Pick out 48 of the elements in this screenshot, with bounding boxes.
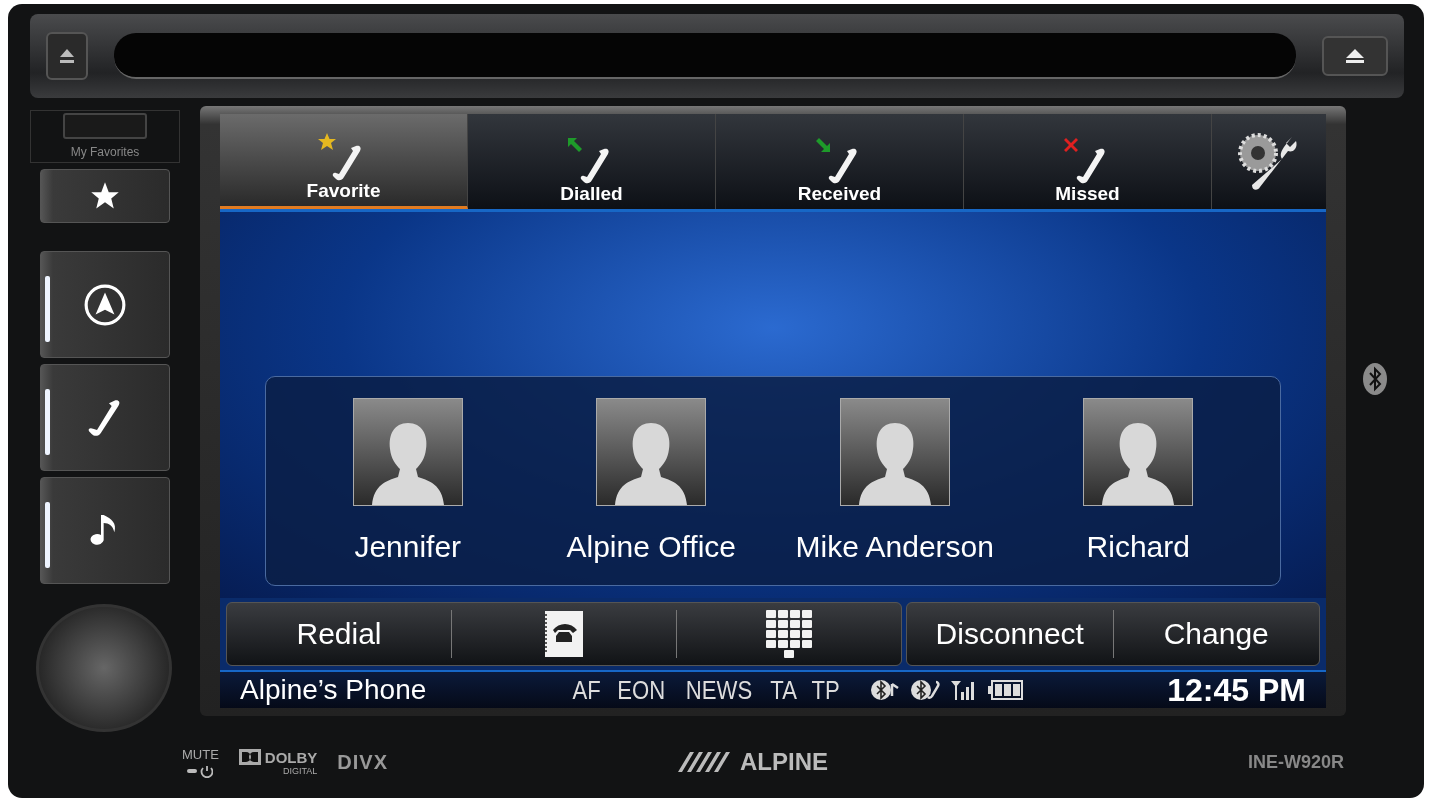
indicator-light [45, 389, 50, 456]
favorites-label: My Favorites [70, 145, 140, 160]
contact-name[interactable]: Richard [1086, 530, 1190, 564]
phone-handset-button[interactable] [40, 364, 170, 472]
clock-time: 12:45 PM [1167, 671, 1306, 708]
indicator-light [45, 502, 50, 569]
keypad-icon [766, 610, 812, 658]
soft-button[interactable]: Disconnect [907, 603, 1113, 665]
call-tab[interactable]: Received [716, 114, 964, 209]
indicator-light [45, 276, 50, 343]
brand-logo: ALPINE [740, 748, 829, 776]
bluetooth-icon [1362, 362, 1388, 396]
soft-button[interactable]: Change [1113, 603, 1319, 665]
soft-button[interactable]: Redial [227, 603, 451, 665]
eject-icon [1345, 48, 1365, 64]
dolby-digital-text: DIGITAL [283, 765, 318, 776]
contact-avatar[interactable] [839, 398, 950, 506]
radio-indicator: AF [572, 674, 601, 706]
divx-logo: DIVX [337, 750, 389, 774]
battery-icon [988, 679, 1024, 701]
radio-indicator: EON [617, 674, 666, 706]
dolby-logo-icon [238, 748, 261, 765]
mute-label: MUTE [182, 746, 219, 762]
bluetooth-audio-icon [870, 678, 900, 702]
contact-avatar[interactable] [596, 398, 707, 506]
contact-avatar[interactable] [1083, 398, 1194, 506]
contact-name[interactable]: Jennifer [354, 530, 462, 564]
eject-icon [59, 47, 75, 65]
phonebook-icon [543, 610, 585, 658]
radio-indicator: TA [769, 674, 797, 706]
call-tab[interactable]: Missed [964, 114, 1212, 209]
contact-name[interactable]: Mike Anderson [795, 530, 994, 564]
radio-indicator: TP [811, 674, 840, 706]
call-tab[interactable]: Dialled [468, 114, 716, 209]
model-number: INE-W920R [1247, 751, 1344, 773]
contact-name[interactable]: Alpine Office [566, 530, 736, 564]
power-icon [187, 763, 214, 778]
call-tab[interactable]: Favorite [220, 114, 468, 209]
eject-button[interactable] [46, 32, 88, 80]
eject-button[interactable] [1322, 36, 1388, 76]
dolby-logo-text: DOLBY [264, 748, 318, 766]
star-button[interactable] [40, 168, 170, 224]
music-note-button[interactable] [40, 477, 170, 585]
contact-avatar[interactable] [352, 398, 463, 506]
bluetooth-phone-icon [910, 678, 940, 702]
navigation-arrow-button[interactable] [40, 251, 170, 359]
phone-name: Alpine’s Phone [240, 674, 428, 706]
radio-indicator: NEWS [685, 674, 752, 706]
